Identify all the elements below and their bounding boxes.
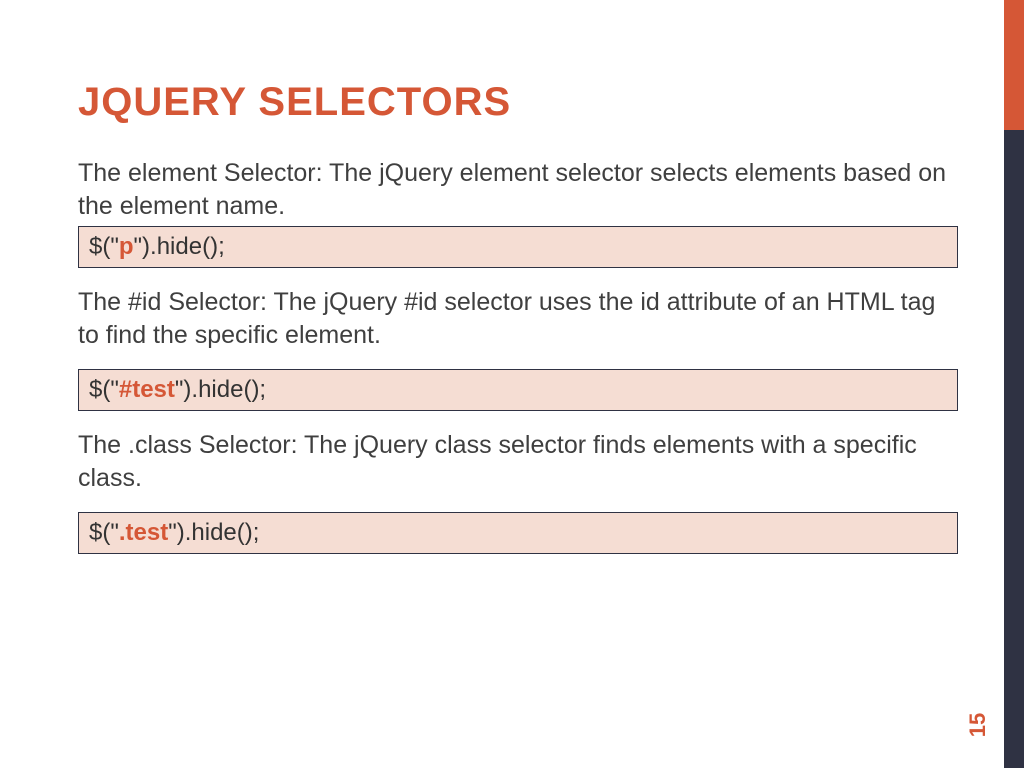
code-prefix: $(" xyxy=(89,233,119,260)
code-highlight: p xyxy=(119,233,134,260)
code-suffix: ").hide(); xyxy=(175,376,266,403)
section-class-selector: The .class Selector: The jQuery class se… xyxy=(78,429,958,554)
accent-bar-bottom xyxy=(1004,130,1024,768)
slide-content: JQUERY SELECTORS The element Selector: T… xyxy=(78,80,958,572)
page-number: 15 xyxy=(965,713,991,737)
section-id-selector: The #id Selector: The jQuery #id selecto… xyxy=(78,286,958,411)
code-suffix: ").hide(); xyxy=(168,519,259,546)
code-example: $("p").hide(); xyxy=(78,226,958,268)
slide: JQUERY SELECTORS The element Selector: T… xyxy=(0,0,1024,768)
code-example: $("#test").hide(); xyxy=(78,369,958,411)
code-prefix: $(" xyxy=(89,376,119,403)
code-highlight: #test xyxy=(119,376,175,403)
section-text: The .class Selector: The jQuery class se… xyxy=(78,429,958,494)
code-highlight: .test xyxy=(119,519,168,546)
code-prefix: $(" xyxy=(89,519,119,546)
code-example: $(".test").hide(); xyxy=(78,512,958,554)
accent-bar-top xyxy=(1004,0,1024,130)
code-suffix: ").hide(); xyxy=(134,233,225,260)
slide-title: JQUERY SELECTORS xyxy=(78,80,958,125)
section-element-selector: The element Selector: The jQuery element… xyxy=(78,157,958,268)
section-text: The #id Selector: The jQuery #id selecto… xyxy=(78,286,958,351)
section-text: The element Selector: The jQuery element… xyxy=(78,157,958,222)
